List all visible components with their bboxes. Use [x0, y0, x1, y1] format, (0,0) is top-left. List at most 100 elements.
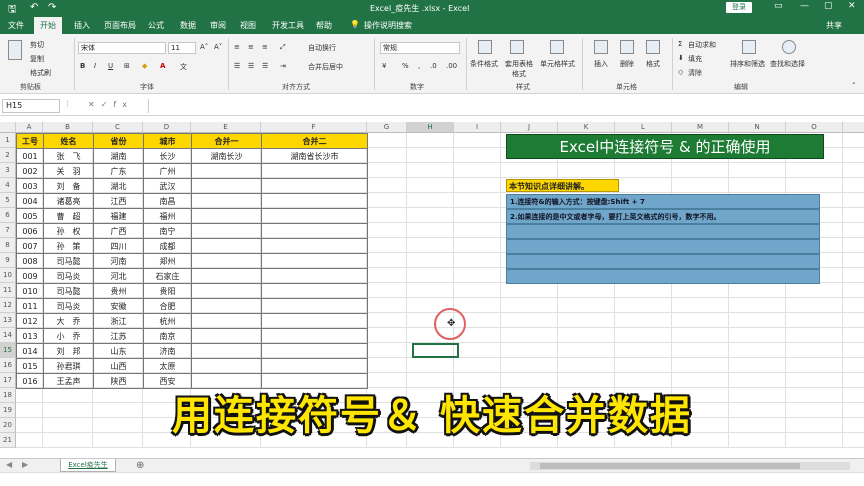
table-cell[interactable]: 山西	[93, 358, 144, 374]
table-cell[interactable]: 湖南	[93, 148, 144, 164]
grid-cell[interactable]	[407, 223, 454, 238]
table-cell[interactable]	[191, 223, 262, 239]
align-top-icon[interactable]: ≡	[234, 43, 240, 51]
column-header-j[interactable]: J	[501, 122, 558, 133]
column-header-h[interactable]: H	[407, 122, 454, 133]
column-header-k[interactable]: K	[558, 122, 615, 133]
table-cell[interactable]: 小 乔	[43, 328, 94, 344]
grid-cell[interactable]	[672, 298, 729, 313]
grid-cell[interactable]	[672, 178, 729, 193]
grid-cell[interactable]	[672, 358, 729, 373]
font-color-icon[interactable]: A	[160, 62, 165, 70]
grid-cell[interactable]	[454, 148, 501, 163]
row-header-5[interactable]: 5	[0, 193, 16, 208]
table-cell[interactable]: 司马懿	[43, 253, 94, 269]
grid-cell[interactable]	[729, 313, 786, 328]
decrease-decimal-icon[interactable]: .00	[446, 62, 457, 70]
table-cell[interactable]: 郑州	[143, 253, 192, 269]
table-header-cell[interactable]: 城市	[143, 133, 192, 149]
grid-cell[interactable]	[501, 358, 558, 373]
column-header-g[interactable]: G	[367, 122, 407, 133]
grid-cell[interactable]	[558, 328, 615, 343]
table-cell[interactable]: 011	[16, 298, 44, 314]
grid-cell[interactable]	[454, 238, 501, 253]
table-cell[interactable]: 刘 邦	[43, 343, 94, 359]
grid-cell[interactable]	[843, 163, 864, 178]
grid-cell[interactable]	[501, 283, 558, 298]
ribbon-display-icon[interactable]: ▭	[774, 1, 783, 11]
row-header-15[interactable]: 15	[0, 343, 16, 358]
wrap-text-button[interactable]: 自动换行	[308, 43, 336, 53]
grid-cell[interactable]	[501, 343, 558, 358]
grid-cell[interactable]	[501, 328, 558, 343]
table-cell[interactable]	[261, 193, 368, 209]
table-cell[interactable]	[261, 238, 368, 254]
fill-color-icon[interactable]: ◆	[142, 62, 147, 70]
table-cell[interactable]: 济南	[143, 343, 192, 359]
grid-cell[interactable]	[786, 283, 843, 298]
font-name-select[interactable]: 宋体	[78, 42, 166, 54]
table-cell[interactable]	[191, 313, 262, 329]
bold-button[interactable]: B	[80, 62, 85, 70]
table-cell[interactable]	[261, 178, 368, 194]
row-header-12[interactable]: 12	[0, 298, 16, 313]
grid-cell[interactable]	[454, 133, 501, 148]
grid-cell[interactable]	[367, 358, 407, 373]
name-box[interactable]: H15	[2, 99, 60, 113]
phonetic-icon[interactable]: 文	[180, 62, 187, 72]
grid-cell[interactable]	[407, 253, 454, 268]
table-cell[interactable]: 江西	[93, 193, 144, 209]
grid-cell[interactable]	[558, 163, 615, 178]
grid-cell[interactable]	[501, 313, 558, 328]
minimize-icon[interactable]: —	[800, 1, 809, 11]
table-cell[interactable]: 012	[16, 313, 44, 329]
grid-cell[interactable]	[615, 358, 672, 373]
table-cell[interactable]: 005	[16, 208, 44, 224]
table-cell[interactable]	[261, 283, 368, 299]
tab-home[interactable]: 开始	[34, 17, 62, 34]
number-format-select[interactable]: 常规	[380, 42, 460, 54]
grid-cell[interactable]	[672, 328, 729, 343]
table-cell[interactable]: 广东	[93, 163, 144, 179]
table-header-cell[interactable]: 合并二	[261, 133, 368, 149]
grid-cell[interactable]	[843, 223, 864, 238]
grid-cell[interactable]	[843, 148, 864, 163]
grid-cell[interactable]	[672, 163, 729, 178]
grid-cell[interactable]	[558, 343, 615, 358]
grid-cell[interactable]	[729, 328, 786, 343]
login-button[interactable]: 登录	[726, 2, 752, 13]
sort-filter-icon[interactable]	[742, 40, 756, 54]
table-cell[interactable]: 015	[16, 358, 44, 374]
row-header-8[interactable]: 8	[0, 238, 16, 253]
find-select-icon[interactable]	[782, 40, 796, 54]
grid-cell[interactable]	[615, 298, 672, 313]
grid-cell[interactable]	[843, 328, 864, 343]
table-cell[interactable]	[191, 358, 262, 374]
grid-cell[interactable]	[786, 328, 843, 343]
column-header-p[interactable]: P	[843, 122, 864, 133]
table-cell[interactable]: 曹 超	[43, 208, 94, 224]
underline-button[interactable]: U	[108, 62, 113, 70]
fx-icon[interactable]: fx	[113, 100, 133, 109]
table-cell[interactable]: 008	[16, 253, 44, 269]
share-button[interactable]: 共享	[826, 20, 842, 31]
table-cell[interactable]: 福建	[93, 208, 144, 224]
scroll-thumb[interactable]	[540, 463, 800, 469]
table-cell[interactable]: 司马炎	[43, 298, 94, 314]
table-cell[interactable]	[191, 208, 262, 224]
table-header-cell[interactable]: 姓名	[43, 133, 94, 149]
table-cell[interactable]: 武汉	[143, 178, 192, 194]
format-painter-button[interactable]: 格式刷	[30, 68, 51, 78]
grid-cell[interactable]	[615, 313, 672, 328]
column-header-f[interactable]: F	[261, 122, 367, 133]
undo-icon[interactable]: ↶	[30, 2, 38, 13]
conditional-format-icon[interactable]	[478, 40, 492, 54]
cut-button[interactable]: 剪切	[30, 40, 44, 50]
delete-cells-button[interactable]: 删除	[620, 59, 634, 69]
row-header-10[interactable]: 10	[0, 268, 16, 283]
grid-cell[interactable]	[501, 163, 558, 178]
grid-cell[interactable]	[407, 193, 454, 208]
table-cell[interactable]: 广州	[143, 163, 192, 179]
grid-cell[interactable]	[843, 238, 864, 253]
table-cell[interactable]: 山东	[93, 343, 144, 359]
